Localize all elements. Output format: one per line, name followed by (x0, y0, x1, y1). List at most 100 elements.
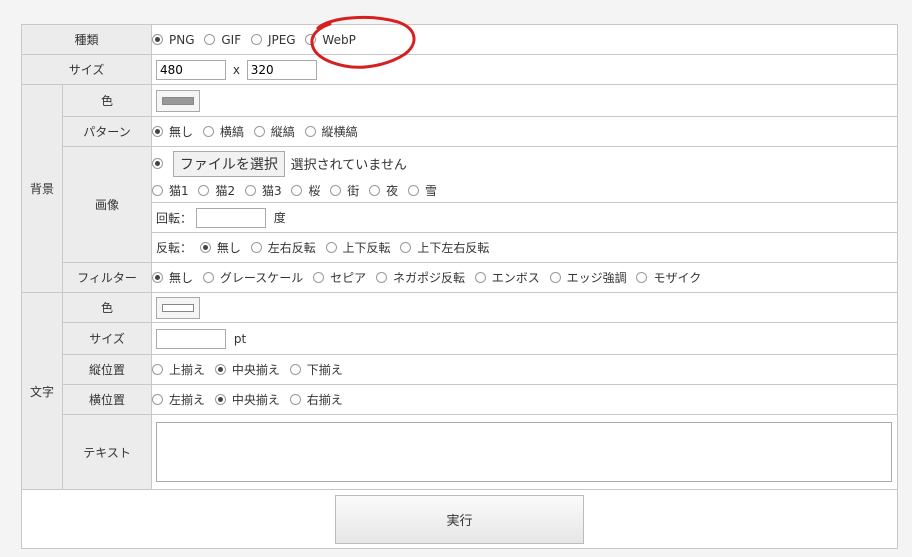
pattern-options: 無し 横縞 縦縞 縦横縞 (151, 116, 899, 147)
radio-icon[interactable] (291, 184, 303, 196)
halign-label: 横位置 (61, 384, 153, 415)
radio-icon[interactable] (304, 126, 316, 137)
halign-option-right[interactable]: 右揃え (289, 391, 343, 408)
text-content-label: テキスト (61, 414, 153, 490)
radio-icon[interactable] (204, 34, 216, 46)
width-input[interactable] (156, 59, 227, 80)
file-status: 選択されていません (290, 158, 407, 173)
radio-icon[interactable] (152, 364, 164, 375)
halign-option-center[interactable]: 中央揃え (214, 391, 280, 408)
radio-icon[interactable] (305, 34, 317, 46)
preset-option[interactable]: 猫2 (198, 182, 235, 199)
height-input[interactable] (246, 59, 317, 80)
background-color-label: 色 (61, 84, 153, 117)
background-color-cell (151, 84, 899, 117)
valign-option-bottom[interactable]: 下揃え (289, 361, 343, 378)
pattern-label: パターン (61, 116, 153, 147)
format-options: PNG GIF JPEG WebP (151, 24, 899, 55)
text-group-label: 文字 (21, 292, 63, 490)
radio-icon[interactable] (549, 272, 561, 283)
radio-icon[interactable] (152, 126, 164, 137)
submit-button[interactable]: 実行 (335, 494, 584, 544)
format-option-jpeg[interactable]: JPEG (250, 32, 296, 47)
filter-option-edge[interactable]: エッジ強調 (549, 269, 627, 286)
preset-option[interactable]: 雪 (407, 182, 437, 199)
rotation-input[interactable] (195, 207, 266, 228)
format-option-png[interactable]: PNG (152, 32, 195, 47)
text-color-picker[interactable] (156, 296, 201, 319)
radio-icon[interactable] (214, 364, 226, 375)
image-label: 画像 (61, 146, 153, 263)
flip-option-both[interactable]: 上下左右反転 (400, 239, 489, 256)
filter-option-emboss[interactable]: エンボス (474, 269, 540, 286)
radio-icon[interactable] (250, 34, 262, 46)
radio-icon[interactable] (330, 184, 342, 196)
radio-icon[interactable] (289, 364, 301, 375)
filter-option-sepia[interactable]: セピア (313, 269, 366, 286)
size-separator: x (232, 62, 240, 77)
valign-option-middle[interactable]: 中央揃え (214, 361, 280, 378)
format-option-gif[interactable]: GIF (204, 32, 241, 47)
radio-icon[interactable] (250, 242, 262, 253)
filter-label: フィルター (61, 262, 153, 293)
radio-icon[interactable] (636, 272, 648, 283)
flip-cell: 反転： 無し 左右反転 上下反転 上下左右反転 (151, 232, 899, 263)
valign-options: 上揃え 中央揃え 下揃え (151, 354, 899, 385)
text-content-cell (151, 414, 899, 490)
flip-option-horizontal[interactable]: 左右反転 (250, 239, 316, 256)
radio-icon[interactable] (474, 272, 486, 283)
preset-option[interactable]: 猫1 (152, 182, 189, 199)
radio-icon[interactable] (152, 158, 164, 169)
radio-icon[interactable] (152, 34, 164, 46)
text-color-cell (151, 292, 899, 323)
text-size-input[interactable] (156, 328, 227, 349)
rotation-cell: 回転： 度 (151, 202, 899, 233)
filter-option-grayscale[interactable]: グレースケール (202, 269, 303, 286)
radio-icon[interactable] (152, 184, 164, 196)
text-size-cell: pt (151, 322, 899, 355)
halign-option-left[interactable]: 左揃え (152, 391, 205, 408)
radio-icon[interactable] (199, 242, 211, 253)
radio-icon[interactable] (253, 126, 265, 137)
preset-option[interactable]: 桜 (291, 182, 320, 199)
pattern-option-horizontal[interactable]: 横縞 (202, 123, 244, 140)
radio-icon[interactable] (152, 272, 164, 283)
pattern-option-grid[interactable]: 縦横縞 (304, 123, 358, 140)
filter-option-none[interactable]: 無し (152, 269, 193, 286)
flip-option-none[interactable]: 無し (199, 239, 241, 256)
radio-icon[interactable] (369, 184, 381, 196)
file-select-button[interactable]: ファイルを選択 (172, 150, 285, 177)
radio-icon[interactable] (375, 272, 387, 283)
filter-option-mosaic[interactable]: モザイク (636, 269, 701, 286)
pattern-option-vertical[interactable]: 縦縞 (253, 123, 295, 140)
valign-option-top[interactable]: 上揃え (152, 361, 205, 378)
radio-icon[interactable] (325, 242, 337, 253)
text-size-label: サイズ (61, 322, 153, 355)
radio-icon[interactable] (407, 184, 419, 196)
filter-option-negative[interactable]: ネガポジ反転 (375, 269, 465, 286)
pattern-option-none[interactable]: 無し (152, 123, 193, 140)
radio-icon[interactable] (202, 126, 214, 137)
text-color-label: 色 (61, 292, 153, 323)
radio-icon[interactable] (289, 394, 301, 405)
text-content-textarea[interactable] (156, 422, 893, 482)
color-swatch (162, 96, 195, 105)
preset-option[interactable]: 猫3 (244, 182, 282, 199)
radio-icon[interactable] (244, 184, 256, 196)
format-label: 種類 (20, 24, 153, 55)
background-color-picker[interactable] (156, 89, 201, 112)
preset-option[interactable]: 夜 (369, 182, 398, 199)
flip-option-vertical[interactable]: 上下反転 (325, 239, 391, 256)
preset-option[interactable]: 街 (330, 182, 359, 199)
radio-icon[interactable] (400, 242, 412, 253)
radio-icon[interactable] (214, 394, 226, 405)
rotation-label: 回転： (156, 211, 193, 225)
image-source-cell: ファイルを選択 選択されていません 猫1 猫2 猫3 桜 街 夜 雪 (151, 146, 899, 203)
radio-icon[interactable] (202, 272, 214, 283)
radio-icon[interactable] (313, 272, 325, 283)
radio-icon[interactable] (198, 184, 210, 196)
size-fields: x (151, 54, 899, 85)
radio-icon[interactable] (152, 394, 164, 405)
size-label: サイズ (20, 54, 153, 85)
format-option-webp[interactable]: WebP (305, 32, 356, 47)
